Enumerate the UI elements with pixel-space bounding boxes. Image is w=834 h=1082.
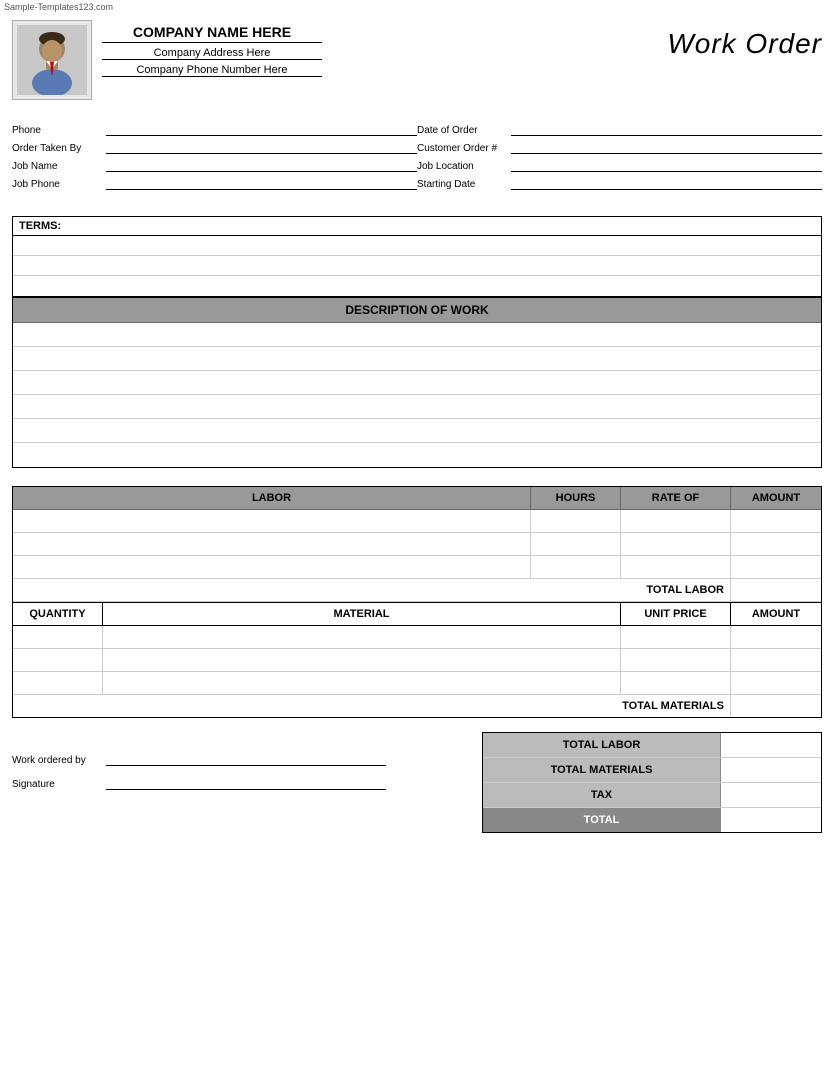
phone-input[interactable] bbox=[106, 122, 417, 136]
job-name-label: Job Name bbox=[12, 161, 102, 172]
description-section: DESCRIPTION OF WORK bbox=[12, 297, 822, 468]
work-order-title: Work Order bbox=[667, 20, 822, 60]
summary-total-label: TOTAL bbox=[483, 808, 721, 832]
starting-date-input[interactable] bbox=[511, 176, 822, 190]
summary-total-value[interactable] bbox=[721, 808, 821, 832]
job-location-row: Job Location bbox=[417, 158, 822, 172]
summary-tax-label: TAX bbox=[483, 783, 721, 807]
order-taken-input[interactable] bbox=[106, 140, 417, 154]
phone-label: Phone bbox=[12, 125, 102, 136]
summary-total-materials-label: TOTAL MATERIALS bbox=[483, 758, 721, 782]
summary-total-materials-row: TOTAL MATERIALS bbox=[483, 758, 821, 783]
labor-col-labor: LABOR bbox=[13, 487, 531, 509]
customer-order-label: Customer Order # bbox=[417, 143, 507, 154]
watermark: Sample-Templates123.com bbox=[0, 0, 834, 14]
summary-total-labor-label: TOTAL LABOR bbox=[483, 733, 721, 757]
signature-label: Signature bbox=[12, 779, 102, 790]
summary-total-row: TOTAL bbox=[483, 808, 821, 832]
labor-data-row[interactable] bbox=[13, 556, 821, 579]
desc-row[interactable] bbox=[13, 395, 821, 419]
materials-data-row[interactable] bbox=[13, 649, 821, 672]
summary-total-labor-row: TOTAL LABOR bbox=[483, 733, 821, 758]
desc-row[interactable] bbox=[13, 347, 821, 371]
summary-tax-row: TAX bbox=[483, 783, 821, 808]
work-ordered-by-input[interactable] bbox=[106, 752, 386, 766]
materials-col-material: MATERIAL bbox=[103, 603, 621, 625]
materials-col-unit-price: UNIT PRICE bbox=[621, 603, 731, 625]
desc-row[interactable] bbox=[13, 371, 821, 395]
job-phone-input[interactable] bbox=[106, 176, 417, 190]
phone-row: Phone bbox=[12, 122, 417, 136]
starting-date-row: Starting Date bbox=[417, 176, 822, 190]
work-ordered-by-row: Work ordered by bbox=[12, 752, 482, 766]
labor-data-row[interactable] bbox=[13, 533, 821, 556]
date-of-order-input[interactable] bbox=[511, 122, 822, 136]
date-of-order-label: Date of Order bbox=[417, 125, 507, 136]
job-location-input[interactable] bbox=[511, 158, 822, 172]
desc-row[interactable] bbox=[13, 443, 821, 467]
labor-section: LABOR HOURS RATE OF AMOUNT TOTAL LABOR Q… bbox=[12, 486, 822, 718]
date-of-order-row: Date of Order bbox=[417, 122, 822, 136]
summary-total-materials-value[interactable] bbox=[721, 758, 821, 782]
job-name-input[interactable] bbox=[106, 158, 417, 172]
terms-row[interactable] bbox=[13, 256, 821, 276]
signature-row: Signature bbox=[12, 776, 482, 790]
order-taken-row: Order Taken By bbox=[12, 140, 417, 154]
materials-data-row[interactable] bbox=[13, 672, 821, 695]
description-header: DESCRIPTION OF WORK bbox=[13, 297, 821, 323]
customer-order-input[interactable] bbox=[511, 140, 822, 154]
job-phone-row: Job Phone bbox=[12, 176, 417, 190]
customer-order-row: Customer Order # bbox=[417, 140, 822, 154]
form-section: Phone Order Taken By Job Name Job Phone … bbox=[0, 106, 834, 202]
summary-section: Work ordered by Signature TOTAL LABOR TO… bbox=[12, 732, 822, 833]
materials-col-amount: AMOUNT bbox=[731, 603, 821, 625]
avatar bbox=[12, 20, 92, 100]
header: COMPANY NAME HERE Company Address Here C… bbox=[0, 14, 834, 106]
labor-data-row[interactable] bbox=[13, 510, 821, 533]
desc-row[interactable] bbox=[13, 323, 821, 347]
company-phone: Company Phone Number Here bbox=[102, 64, 322, 77]
job-phone-label: Job Phone bbox=[12, 179, 102, 190]
work-ordered-by-label: Work ordered by bbox=[12, 755, 102, 766]
order-taken-label: Order Taken By bbox=[12, 143, 102, 154]
job-name-row: Job Name bbox=[12, 158, 417, 172]
company-address: Company Address Here bbox=[102, 47, 322, 60]
materials-total-row: TOTAL MATERIALS bbox=[13, 695, 821, 717]
labor-total-value[interactable] bbox=[731, 579, 821, 601]
desc-row[interactable] bbox=[13, 419, 821, 443]
labor-col-rate: RATE OF bbox=[621, 487, 731, 509]
terms-section: TERMS: bbox=[12, 216, 822, 297]
terms-header: TERMS: bbox=[13, 217, 821, 236]
job-location-label: Job Location bbox=[417, 161, 507, 172]
summary-tax-value[interactable] bbox=[721, 783, 821, 807]
labor-col-amount: AMOUNT bbox=[731, 487, 821, 509]
terms-row[interactable] bbox=[13, 276, 821, 296]
materials-col-quantity: QUANTITY bbox=[13, 603, 103, 625]
terms-row[interactable] bbox=[13, 236, 821, 256]
summary-total-labor-value[interactable] bbox=[721, 733, 821, 757]
materials-data-row[interactable] bbox=[13, 626, 821, 649]
starting-date-label: Starting Date bbox=[417, 179, 507, 190]
summary-table: TOTAL LABOR TOTAL MATERIALS TAX TOTAL bbox=[482, 732, 822, 833]
labor-col-hours: HOURS bbox=[531, 487, 621, 509]
signature-input[interactable] bbox=[106, 776, 386, 790]
company-name: COMPANY NAME HERE bbox=[102, 24, 322, 43]
materials-total-value[interactable] bbox=[731, 695, 821, 717]
labor-total-row: TOTAL LABOR bbox=[13, 579, 821, 602]
